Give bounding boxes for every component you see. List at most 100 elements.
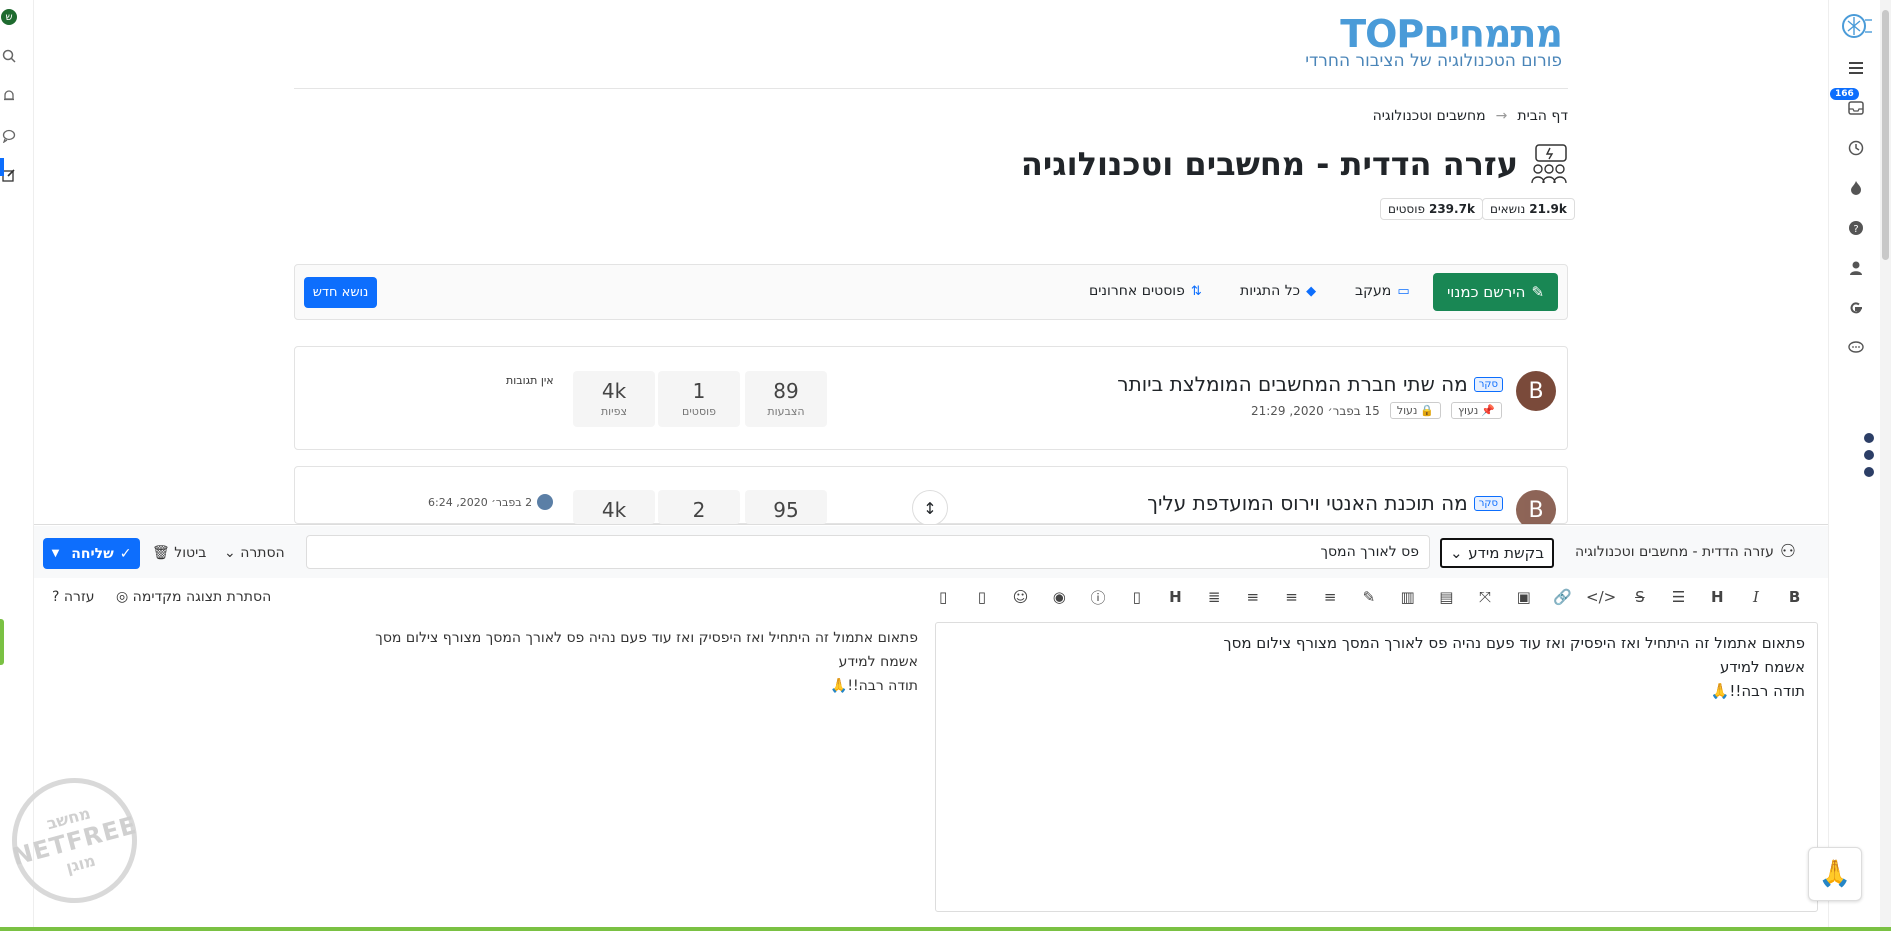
scrollbar-thumb[interactable] (1882, 10, 1889, 260)
page-title: עזרה הדדית - מחשבים וטכנולוגיה (1020, 145, 1518, 183)
align-center-icon[interactable]: ≡ (1272, 588, 1311, 606)
votes-count: 95 (773, 498, 799, 522)
more-dots-icon[interactable] (1864, 450, 1874, 460)
posts-count: 2 (692, 498, 706, 522)
views-count: 4k (601, 379, 627, 403)
unread-badge: 166 (1830, 88, 1859, 100)
all-tags-dropdown[interactable]: ◆ כל התגיות (1240, 283, 1316, 299)
hide-label: הסתרה (240, 545, 285, 561)
highlighter-icon[interactable]: ✎ (1350, 588, 1389, 606)
topic-title-text[interactable]: מה שתי חברת המחשבים המומלצת ביותר (1117, 372, 1467, 396)
tracking-label: מעקב (1355, 283, 1392, 299)
user-icon[interactable] (1842, 254, 1870, 282)
topic-title[interactable]: סקר מה תוכנת האנטי וירוס המועדפת עליך (1103, 491, 1503, 515)
emoji-icon[interactable]: ☺ (1001, 588, 1040, 606)
topic-title[interactable]: סקר מה שתי חברת המחשבים המומלצת ביותר (1103, 372, 1503, 396)
hide-preview-button[interactable]: הסתרת תצוגה מקדימה ◎ (116, 589, 271, 605)
hide-composer-button[interactable]: הסתרה ⌄ (224, 545, 285, 561)
bell-icon[interactable] (0, 87, 18, 105)
eye-slash-icon[interactable]: ◉ (1040, 588, 1079, 606)
file-upload-icon[interactable]: ▯ (963, 588, 1002, 606)
tracking-dropdown[interactable]: ▭ מעקב (1355, 283, 1410, 299)
more-dots-icon[interactable] (1864, 433, 1874, 443)
breadcrumb-current[interactable]: מחשבים וטכנולוגיה (1373, 108, 1486, 124)
logo-subtitle: פורום הטכנולוגיה של הציבור החרדי (1305, 51, 1562, 71)
composer-category-label: עזרה הדדית - מחשבים וטכנולוגיה (1575, 543, 1774, 560)
posts-label: פוסטים (1388, 202, 1425, 216)
locked-tag: 🔒 נעול (1389, 402, 1442, 419)
composer-textarea[interactable]: פתאום אתמול זה היתחיל ואז היפסיק ואז עוד… (935, 622, 1818, 912)
preview-line: אשמח למידע (838, 654, 918, 670)
pencil-icon: ✎ (1531, 283, 1545, 301)
category-people-icon: ⚇ (1779, 541, 1797, 562)
link-icon[interactable]: 🔗 (1543, 588, 1582, 606)
topic-type-select[interactable]: בקשת מידע ⌄ (1440, 538, 1554, 568)
site-logo-icon[interactable] (1836, 6, 1876, 46)
bold-icon[interactable]: B (1775, 588, 1814, 606)
topic-author-avatar[interactable]: B (1516, 371, 1556, 411)
user-avatar[interactable]: ש (1, 9, 17, 25)
trash-icon: 🗑 (152, 545, 170, 561)
chart-icon[interactable]: ▥ (1388, 588, 1427, 606)
reply-avatar (537, 494, 554, 510)
votes-label: הצבעות (767, 405, 805, 418)
align-left-icon[interactable]: ≡ (1233, 588, 1272, 606)
heading-icon[interactable]: H (1698, 588, 1737, 606)
more-dots-icon[interactable] (1864, 467, 1874, 477)
list-icon[interactable]: ☰ (1659, 588, 1698, 606)
resize-icon[interactable]: ⤧ (1466, 588, 1505, 606)
netfree-edge (0, 619, 4, 665)
last-reply[interactable]: 2 בפבר׳ 2020, 6:24 (428, 494, 554, 510)
submit-button[interactable]: ✓ שליחה ▼ (43, 538, 140, 569)
editor-line: פתאום אתמול זה היתחיל ואז היפסיק ואז עוד… (1223, 634, 1805, 652)
composer-category[interactable]: ⚇ עזרה הדדית - מחשבים וטכנולוגיה (1575, 541, 1796, 562)
caret-down-icon[interactable]: ▼ (52, 548, 60, 559)
topic-row[interactable] (294, 346, 1568, 450)
emoji-button[interactable]: 🙏 (1808, 847, 1862, 901)
inbox-icon: ▭ (1397, 283, 1410, 299)
help-icon[interactable]: ? (1842, 214, 1870, 242)
card-icon[interactable]: ▤ (1427, 588, 1466, 606)
strikethrough-icon[interactable]: S (1620, 588, 1659, 606)
category-header: עזרה הדדית - מחשבים וטכנולוגיה (1021, 142, 1570, 186)
heading-alt-icon[interactable]: H (1156, 588, 1195, 606)
info-icon[interactable]: ⓘ (1079, 587, 1118, 608)
chat-icon[interactable] (0, 127, 18, 145)
logo-title: מתמחיםTOP (1340, 12, 1563, 56)
new-topic-button[interactable]: נושא חדש (304, 277, 377, 308)
views-stat: 4k צפיות (573, 371, 655, 427)
topic-meta: 📌 נעוץ 🔒 נעול 15 בפבר׳ 2020, 21:29 (1150, 402, 1502, 419)
watch-button[interactable]: ✎ הירשם כמנוי (1433, 273, 1558, 311)
google-icon[interactable] (1842, 294, 1870, 322)
clock-icon[interactable] (1842, 134, 1870, 162)
image-icon[interactable]: ▣ (1504, 588, 1543, 606)
topic-title-text[interactable]: מה תוכנת האנטי וירוס המועדפת עליך (1147, 491, 1468, 515)
menu-icon[interactable] (1842, 54, 1870, 82)
cancel-button[interactable]: ביטול 🗑 (152, 545, 206, 561)
fire-icon[interactable] (1842, 174, 1870, 202)
document-icon[interactable]: ▯ (924, 588, 963, 606)
topic-title-input[interactable]: פס לאורך המסך (306, 535, 1430, 569)
all-tags-label: כל התגיות (1240, 283, 1301, 299)
breadcrumb-separator: → (1495, 108, 1508, 124)
topics-count: 21.9k (1529, 202, 1567, 216)
breadcrumb-home[interactable]: דף הבית (1517, 108, 1568, 124)
code-icon[interactable]: </> (1582, 588, 1621, 606)
help-button[interactable]: עזרה ? (52, 589, 95, 605)
poll-badge: סקר (1473, 495, 1503, 511)
align-justify-icon[interactable]: ≣ (1195, 588, 1234, 606)
comments-icon[interactable] (1842, 334, 1870, 362)
resize-handle-icon[interactable]: ↕ (912, 490, 948, 526)
align-right-icon[interactable]: ≡ (1311, 588, 1350, 606)
posts-label: פוסטים (682, 405, 716, 418)
italic-icon[interactable]: I (1737, 588, 1776, 606)
sort-dropdown[interactable]: ⇅ פוסטים אחרונים (1089, 283, 1202, 299)
help-label: עזרה (63, 589, 95, 605)
topic-timestamp: 15 בפבר׳ 2020, 21:29 (1250, 403, 1380, 418)
composer-preview: פתאום אתמול זה היתחיל ואז היפסיק ואז עוד… (368, 626, 918, 906)
site-logo[interactable]: מתמחיםTOP פורום הטכנולוגיה של הציבור החר… (1282, 12, 1563, 71)
file-icon[interactable]: ▯ (1117, 588, 1156, 606)
search-icon[interactable] (0, 47, 18, 65)
posts-stat: 2 (658, 490, 740, 524)
submit-label: שליחה (71, 545, 114, 562)
